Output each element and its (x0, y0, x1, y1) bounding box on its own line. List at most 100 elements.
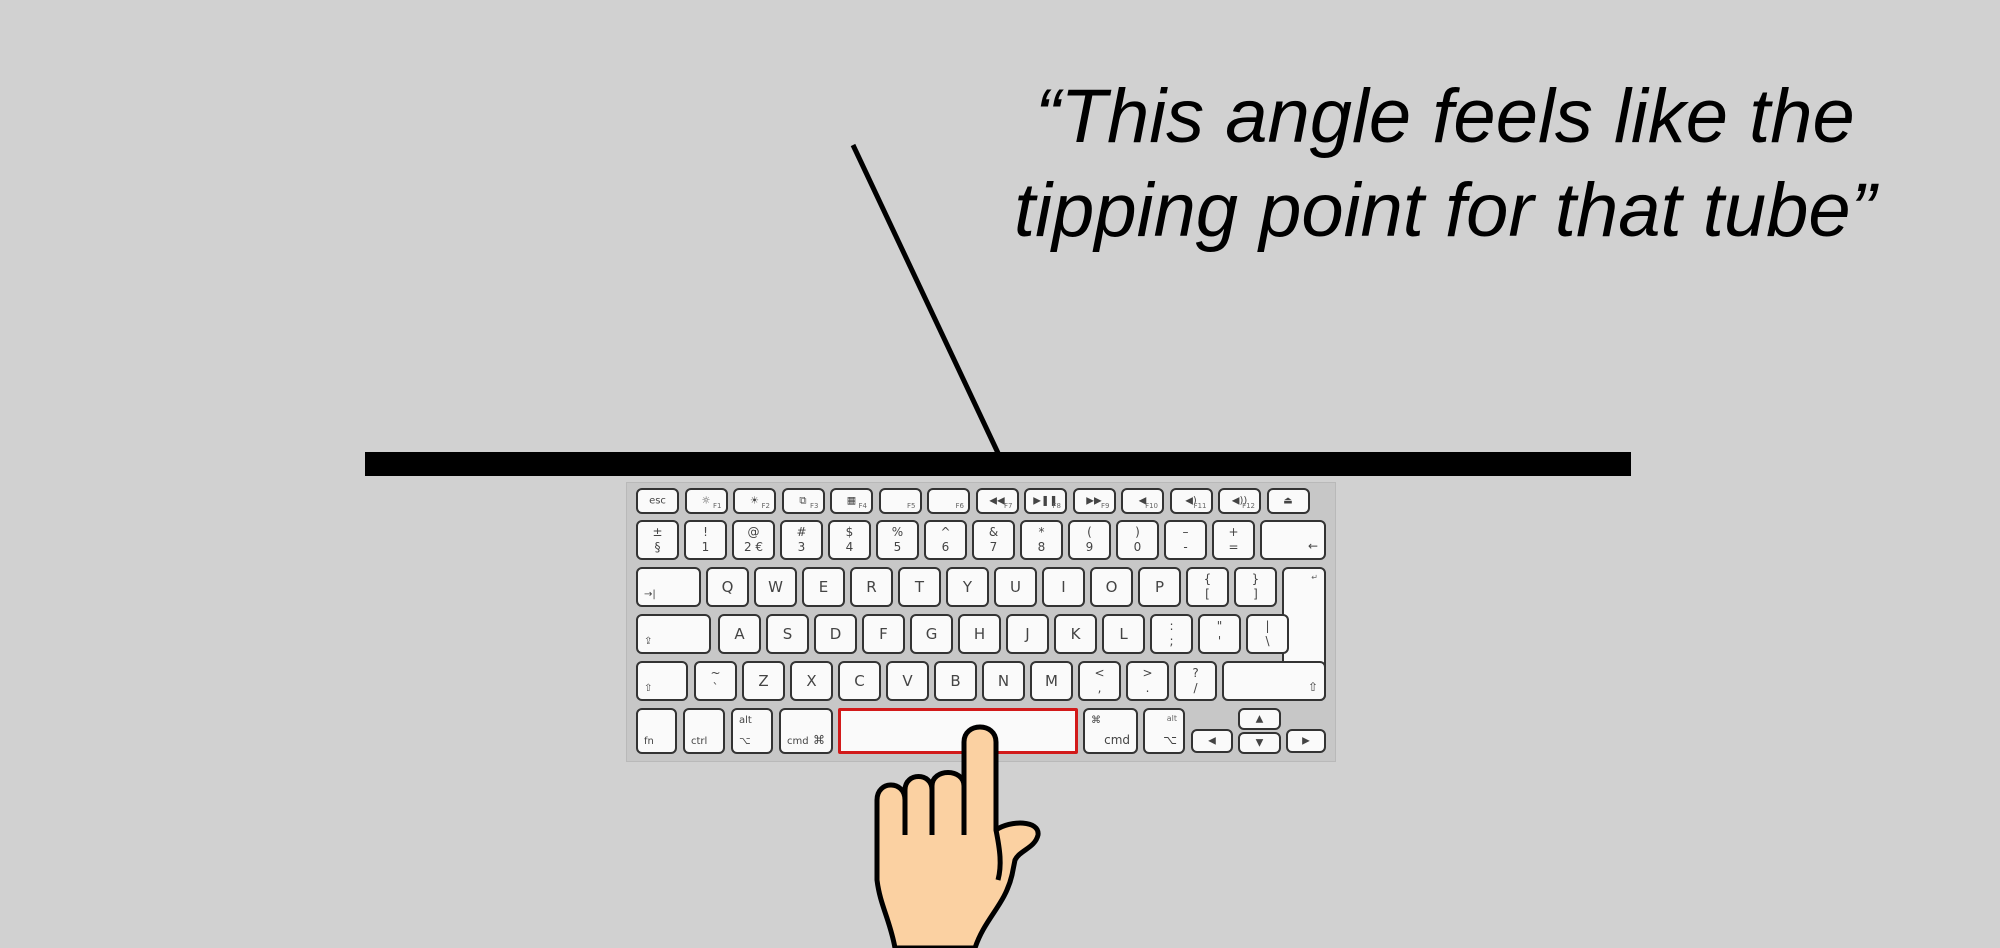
letter-key-i[interactable]: I (1042, 567, 1085, 607)
tab-key[interactable]: →| (636, 567, 701, 607)
letter-key-punct-8[interactable]: <, (1078, 661, 1121, 701)
right-shift-key[interactable]: ⇧ (1222, 661, 1326, 701)
letter-key-j[interactable]: J (1006, 614, 1049, 654)
fn-key-2[interactable]: ☀ F2 (733, 488, 776, 514)
number-key-6[interactable]: ^ 6 (924, 520, 967, 560)
letter-key-punct-9[interactable]: :; (1150, 614, 1193, 654)
key-legend: ◀ (1208, 735, 1216, 747)
fn-key-6[interactable]: F6 (927, 488, 970, 514)
letter-key-bracket-10[interactable]: {[ (1186, 567, 1229, 607)
fn-key-4[interactable]: ▦ F4 (830, 488, 873, 514)
letter-key-s[interactable]: S (766, 614, 809, 654)
letter-key-punct-10[interactable]: " ' (1198, 614, 1241, 654)
arrow-up-key[interactable]: ▲ (1238, 708, 1281, 730)
fn-key-1[interactable]: ☼ F1 (684, 488, 728, 514)
letter-key-k[interactable]: K (1054, 614, 1097, 654)
letter-key-g[interactable]: G (910, 614, 953, 654)
key-legend: F6 (955, 502, 964, 510)
key-legend: : (1169, 619, 1174, 633)
right-alt-key[interactable]: alt ⌥ (1143, 708, 1185, 754)
number-key-8[interactable]: * 8 (1020, 520, 1063, 560)
letter-key-p[interactable]: P (1138, 567, 1181, 607)
letter-key-punct-9[interactable]: >. (1126, 661, 1169, 701)
left-shift-key[interactable]: ⇧ (636, 661, 688, 701)
letter-key-punct-11[interactable]: | \ (1246, 614, 1289, 654)
fn-key-13[interactable]: ⏏ (1266, 488, 1310, 514)
key-legend: ⌘ (813, 733, 825, 747)
letter-key-n[interactable]: N (982, 661, 1025, 701)
arrow-left-key[interactable]: ◀ (1191, 729, 1233, 753)
number-key-10[interactable]: ) 0 (1116, 520, 1159, 560)
letter-key-t[interactable]: T (898, 567, 941, 607)
left-alt-key[interactable]: alt ⌥ (731, 708, 773, 754)
number-key-0[interactable]: ± § (636, 520, 679, 560)
fn-key-12[interactable]: ◀)) F12 (1218, 488, 1261, 514)
fn-key-0[interactable]: esc (636, 488, 679, 514)
left-cmd-key[interactable]: cmd ⌘ (779, 708, 833, 754)
key-legend: ⌥ (739, 736, 751, 747)
letter-key-d[interactable]: D (814, 614, 857, 654)
fn-key-10[interactable]: ◀ F10 (1121, 488, 1164, 514)
right-cmd-key[interactable]: ⌘ cmd (1083, 708, 1138, 754)
number-key-12[interactable]: + = (1212, 520, 1255, 560)
caps-lock-key[interactable]: ⇪ (636, 614, 711, 654)
letter-key-z[interactable]: Z (742, 661, 785, 701)
letter-key-e[interactable]: E (802, 567, 845, 607)
letter-key-a[interactable]: A (718, 614, 761, 654)
letter-key-bracket-11[interactable]: }] (1234, 567, 1277, 607)
letter-key-f[interactable]: F (862, 614, 905, 654)
key-legend: F1 (713, 502, 722, 510)
letter-key-o[interactable]: O (1090, 567, 1133, 607)
number-key-1[interactable]: ! 1 (684, 520, 727, 560)
letter-key-r[interactable]: R (850, 567, 893, 607)
letter-key-b[interactable]: B (934, 661, 977, 701)
arrow-right-key[interactable]: ▶ (1286, 729, 1326, 753)
key-legend: < (1094, 666, 1105, 680)
key-legend: L (1119, 625, 1128, 643)
number-key-2[interactable]: @2 € (732, 520, 775, 560)
number-key-3[interactable]: #3 (780, 520, 823, 560)
letter-key-q[interactable]: Q (706, 567, 749, 607)
key-legend: ↵ (1311, 573, 1318, 582)
number-key-5[interactable]: % 5 (876, 520, 919, 560)
key-legend: ⌘ (1091, 715, 1101, 726)
number-key-11[interactable]: – - (1164, 520, 1207, 560)
letter-key-u[interactable]: U (994, 567, 1037, 607)
key-legend: ▶ (1302, 735, 1310, 747)
letter-key-m[interactable]: M (1030, 661, 1073, 701)
fn-key-9[interactable]: ▶▶ F9 (1072, 488, 1116, 514)
key-legend: O (1105, 578, 1118, 596)
fn-key-5[interactable]: F5 (878, 488, 922, 514)
letter-key-w[interactable]: W (754, 567, 797, 607)
fn-key-11[interactable]: ◀) F11 (1169, 488, 1213, 514)
key-legend: ⇧ (1307, 680, 1318, 694)
letter-key-x[interactable]: X (790, 661, 833, 701)
letter-key-y[interactable]: Y (946, 567, 989, 607)
key-legend: A (734, 625, 745, 643)
backspace-key[interactable]: ← (1260, 520, 1326, 560)
key-legend: | (1265, 619, 1270, 633)
letter-key-v[interactable]: V (886, 661, 929, 701)
number-key-9[interactable]: (9 (1068, 520, 1111, 560)
letter-key-punct-10[interactable]: ? / (1174, 661, 1217, 701)
fn-key-3[interactable]: ⧉ F3 (781, 488, 825, 514)
key-legend: F12 (1242, 502, 1255, 510)
key-legend: § (654, 540, 661, 554)
key-legend: ▼ (1255, 737, 1264, 749)
letter-key-h[interactable]: H (958, 614, 1001, 654)
letter-key-punct-0[interactable]: ~ ` (694, 661, 737, 701)
letter-key-l[interactable]: L (1102, 614, 1145, 654)
arrow-down-key[interactable]: ▼ (1238, 732, 1281, 754)
key-legend: Z (758, 672, 769, 690)
key-legend: fn (644, 736, 654, 747)
key-legend: F7 (1004, 502, 1013, 510)
fn-key-7[interactable]: ◀◀ F7 (975, 488, 1019, 514)
number-key-4[interactable]: $4 (828, 520, 871, 560)
space-bar[interactable] (838, 708, 1078, 754)
ctrl-key[interactable]: ctrl (683, 708, 725, 754)
fn-key-8[interactable]: ▶❚❚ F8 (1024, 488, 1067, 514)
number-key-7[interactable]: & 7 (972, 520, 1015, 560)
letter-key-c[interactable]: C (838, 661, 881, 701)
key-legend: ← (1307, 539, 1318, 553)
fn-modifier-key[interactable]: fn (636, 708, 677, 754)
